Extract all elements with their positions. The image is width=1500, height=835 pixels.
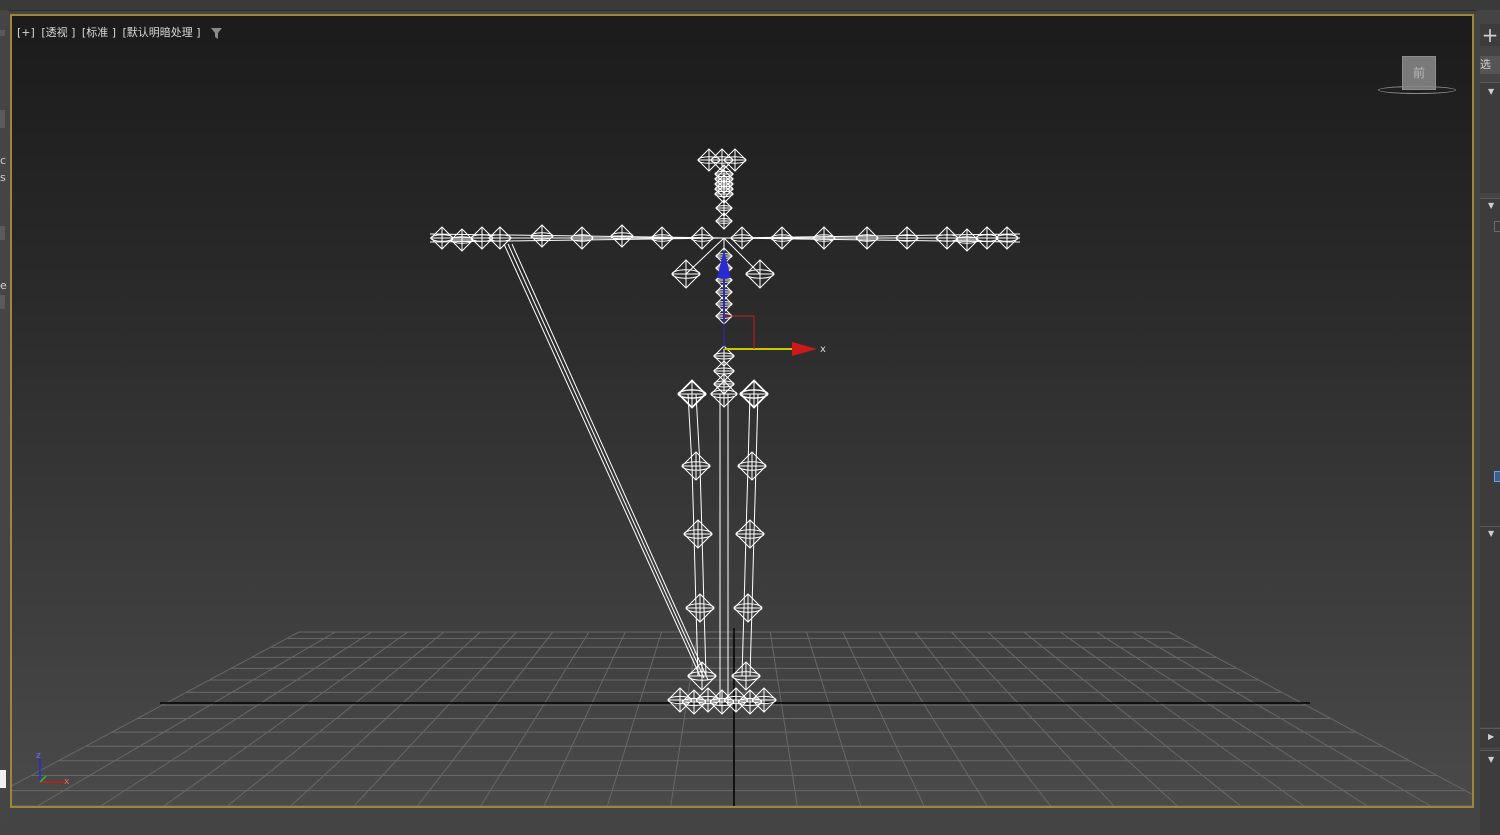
viewport-label-menu[interactable]: [+] [透视 ] [标准 ] [默认明暗处理 ] (17, 24, 223, 40)
home-grid (12, 631, 1472, 806)
viewport-plus-menu[interactable]: [+] (17, 26, 35, 39)
rollout-panel[interactable]: ▼ (1480, 526, 1500, 727)
checkbox-checked[interactable] (1494, 471, 1500, 482)
viewcube-compass-ring[interactable] (1378, 86, 1456, 94)
rollout-panel[interactable]: ▼ (1480, 198, 1500, 529)
viewport-standard-menu[interactable]: [标准 ] (82, 26, 116, 39)
left-strip-mark (0, 226, 5, 240)
rollout-expand-icon[interactable]: ▶ (1488, 732, 1494, 741)
checkbox[interactable] (1494, 221, 1500, 232)
rollout-collapse-icon[interactable]: ▼ (1488, 529, 1494, 538)
command-panel: + 选 ▼ ▼ ▼ ▶ ▼ (1477, 10, 1500, 835)
move-gizmo-icon[interactable]: x (717, 250, 826, 356)
left-strip-char: e (0, 279, 7, 292)
rollout-collapse-icon[interactable]: ▼ (1488, 201, 1494, 210)
left-panel-handle[interactable] (0, 770, 6, 788)
axis-tripod-icon: z x (36, 751, 70, 787)
tripod-x-label: x (64, 777, 70, 787)
filter-icon[interactable] (211, 27, 223, 39)
left-strip-char: c (0, 154, 7, 167)
viewport-shading-menu[interactable]: [默认明暗处理 ] (123, 26, 201, 39)
tripod-z-label: z (36, 751, 41, 761)
left-strip-mark (0, 295, 5, 309)
perspective-viewport[interactable]: x z x [+] [透视 ] [标准 ] [默认明暗处理 ] 前 (10, 14, 1474, 808)
viewcube-icon[interactable]: 前 (1402, 56, 1436, 90)
rollout-panel[interactable]: ▼ (1480, 750, 1500, 835)
top-toolbar-strip (0, 0, 1500, 11)
select-label: 选 (1480, 56, 1500, 74)
create-tab-button[interactable]: + (1480, 24, 1500, 46)
gizmo-x-label: x (820, 344, 826, 355)
rollout-panel[interactable]: ▼ (1480, 82, 1500, 193)
viewport-pov-menu[interactable]: [透视 ] (41, 26, 75, 39)
left-command-strip: c s e (0, 10, 8, 824)
rollout-panel-collapsed[interactable]: ▶ (1480, 728, 1500, 747)
biped-wireframe[interactable] (429, 148, 1021, 715)
scene-canvas[interactable]: x z x (12, 16, 1472, 806)
left-strip-mark (0, 110, 5, 128)
left-strip-char: s (0, 171, 6, 184)
rollout-collapse-icon[interactable]: ▼ (1488, 755, 1494, 764)
left-strip-mark (0, 30, 5, 36)
rollout-collapse-icon[interactable]: ▼ (1488, 87, 1494, 96)
